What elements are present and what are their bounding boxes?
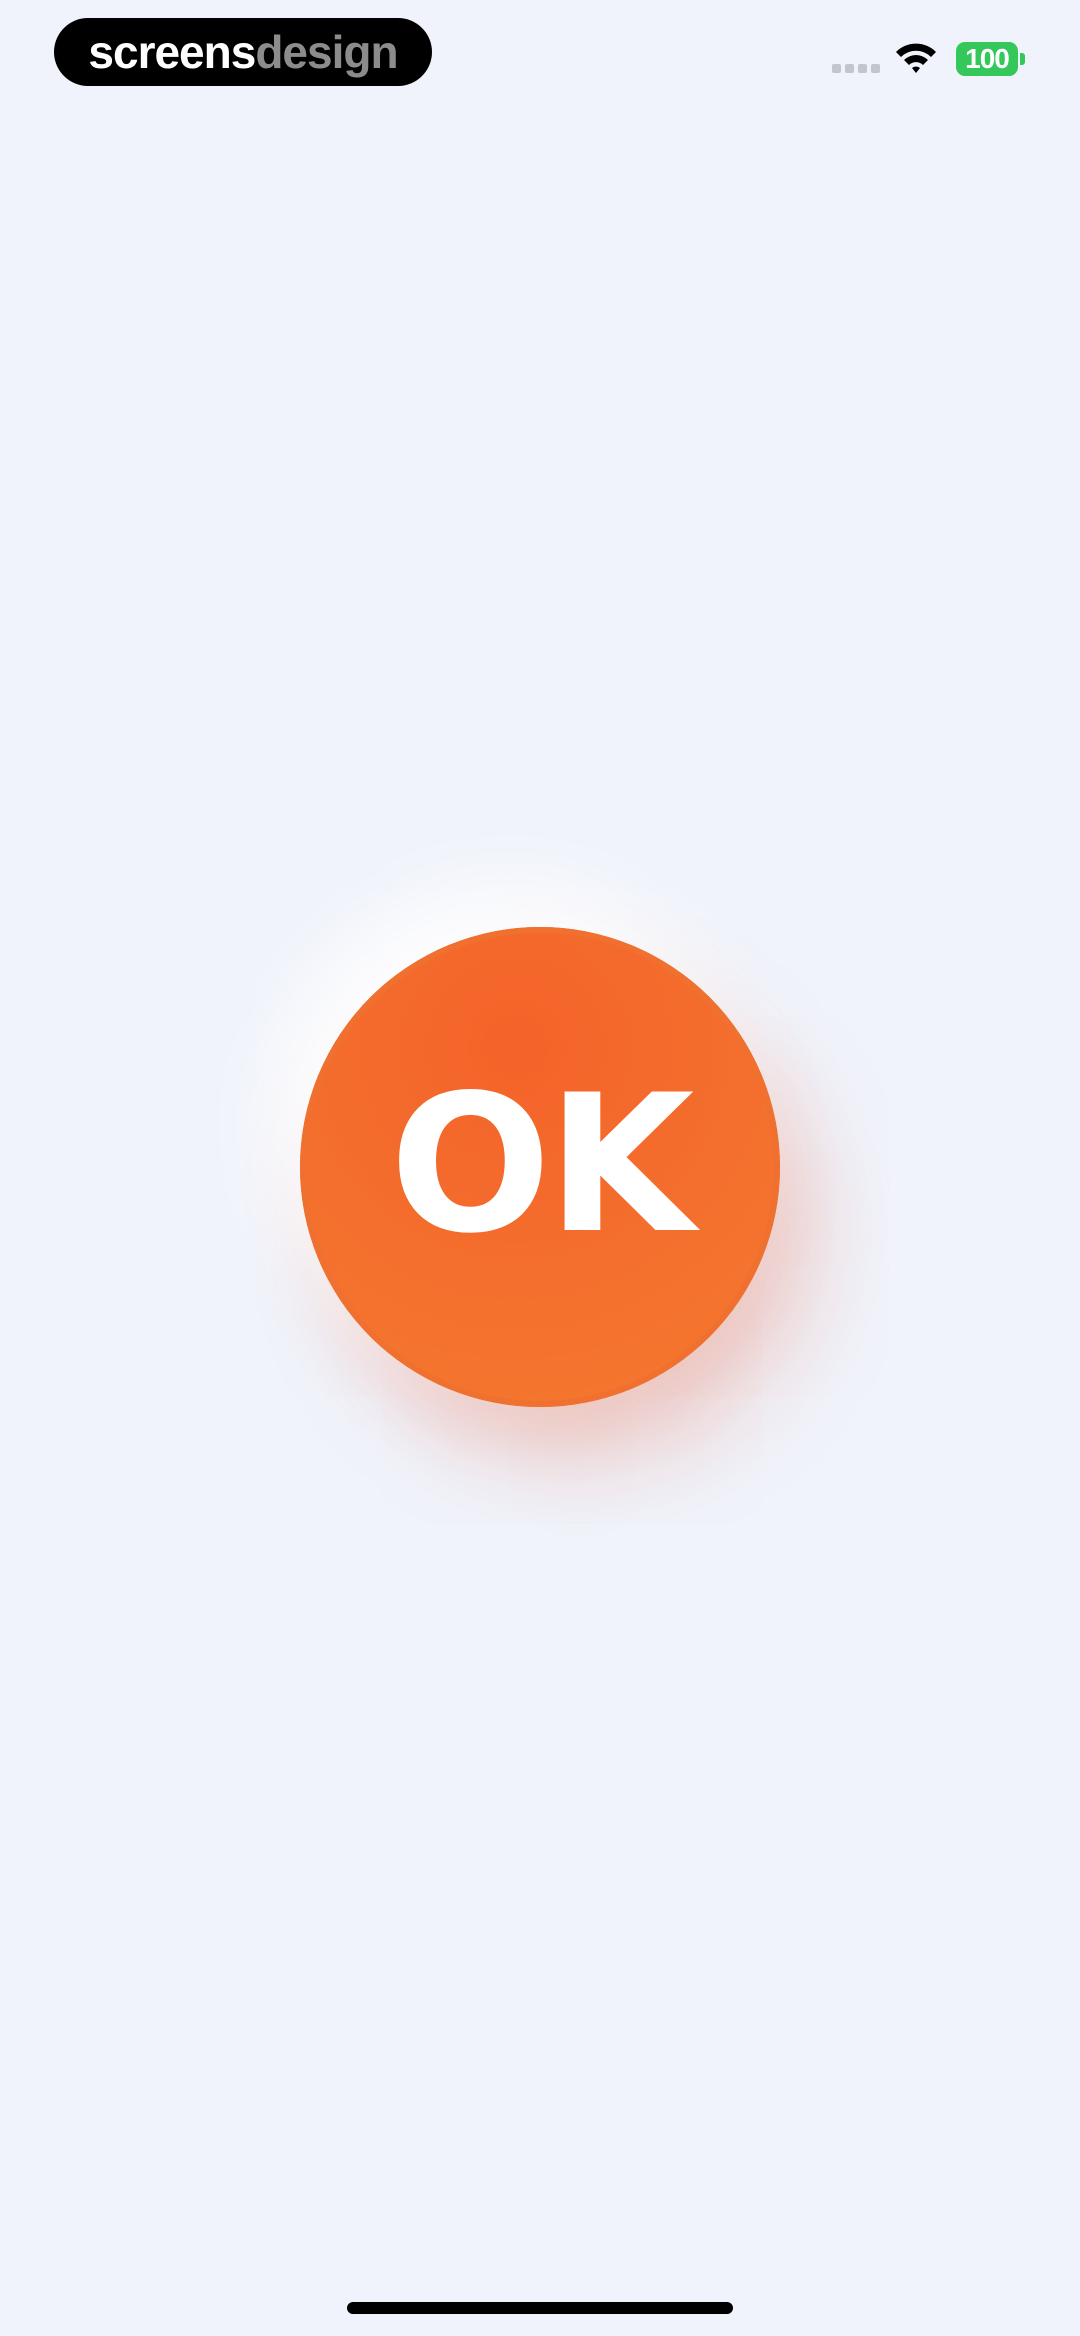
battery-cap bbox=[1020, 53, 1025, 65]
signal-dot bbox=[858, 64, 867, 73]
signal-dot bbox=[871, 64, 880, 73]
status-bar: screensdesign 100 bbox=[0, 0, 1080, 110]
brand-logo: screensdesign bbox=[88, 26, 398, 78]
ok-button[interactable]: OK bbox=[300, 927, 780, 1407]
brand-logo-part-a: screens bbox=[88, 26, 256, 78]
home-indicator[interactable] bbox=[347, 2302, 733, 2314]
battery-icon: 100 bbox=[956, 42, 1026, 76]
wifi-icon bbox=[896, 43, 936, 73]
ok-button-label: OK bbox=[389, 1054, 695, 1275]
cellular-signal-icon bbox=[832, 64, 880, 74]
signal-dot bbox=[845, 64, 854, 73]
battery-level: 100 bbox=[956, 42, 1018, 76]
brand-logo-pill: screensdesign bbox=[54, 18, 432, 86]
brand-logo-part-b: design bbox=[255, 26, 398, 78]
signal-dot bbox=[832, 64, 841, 73]
